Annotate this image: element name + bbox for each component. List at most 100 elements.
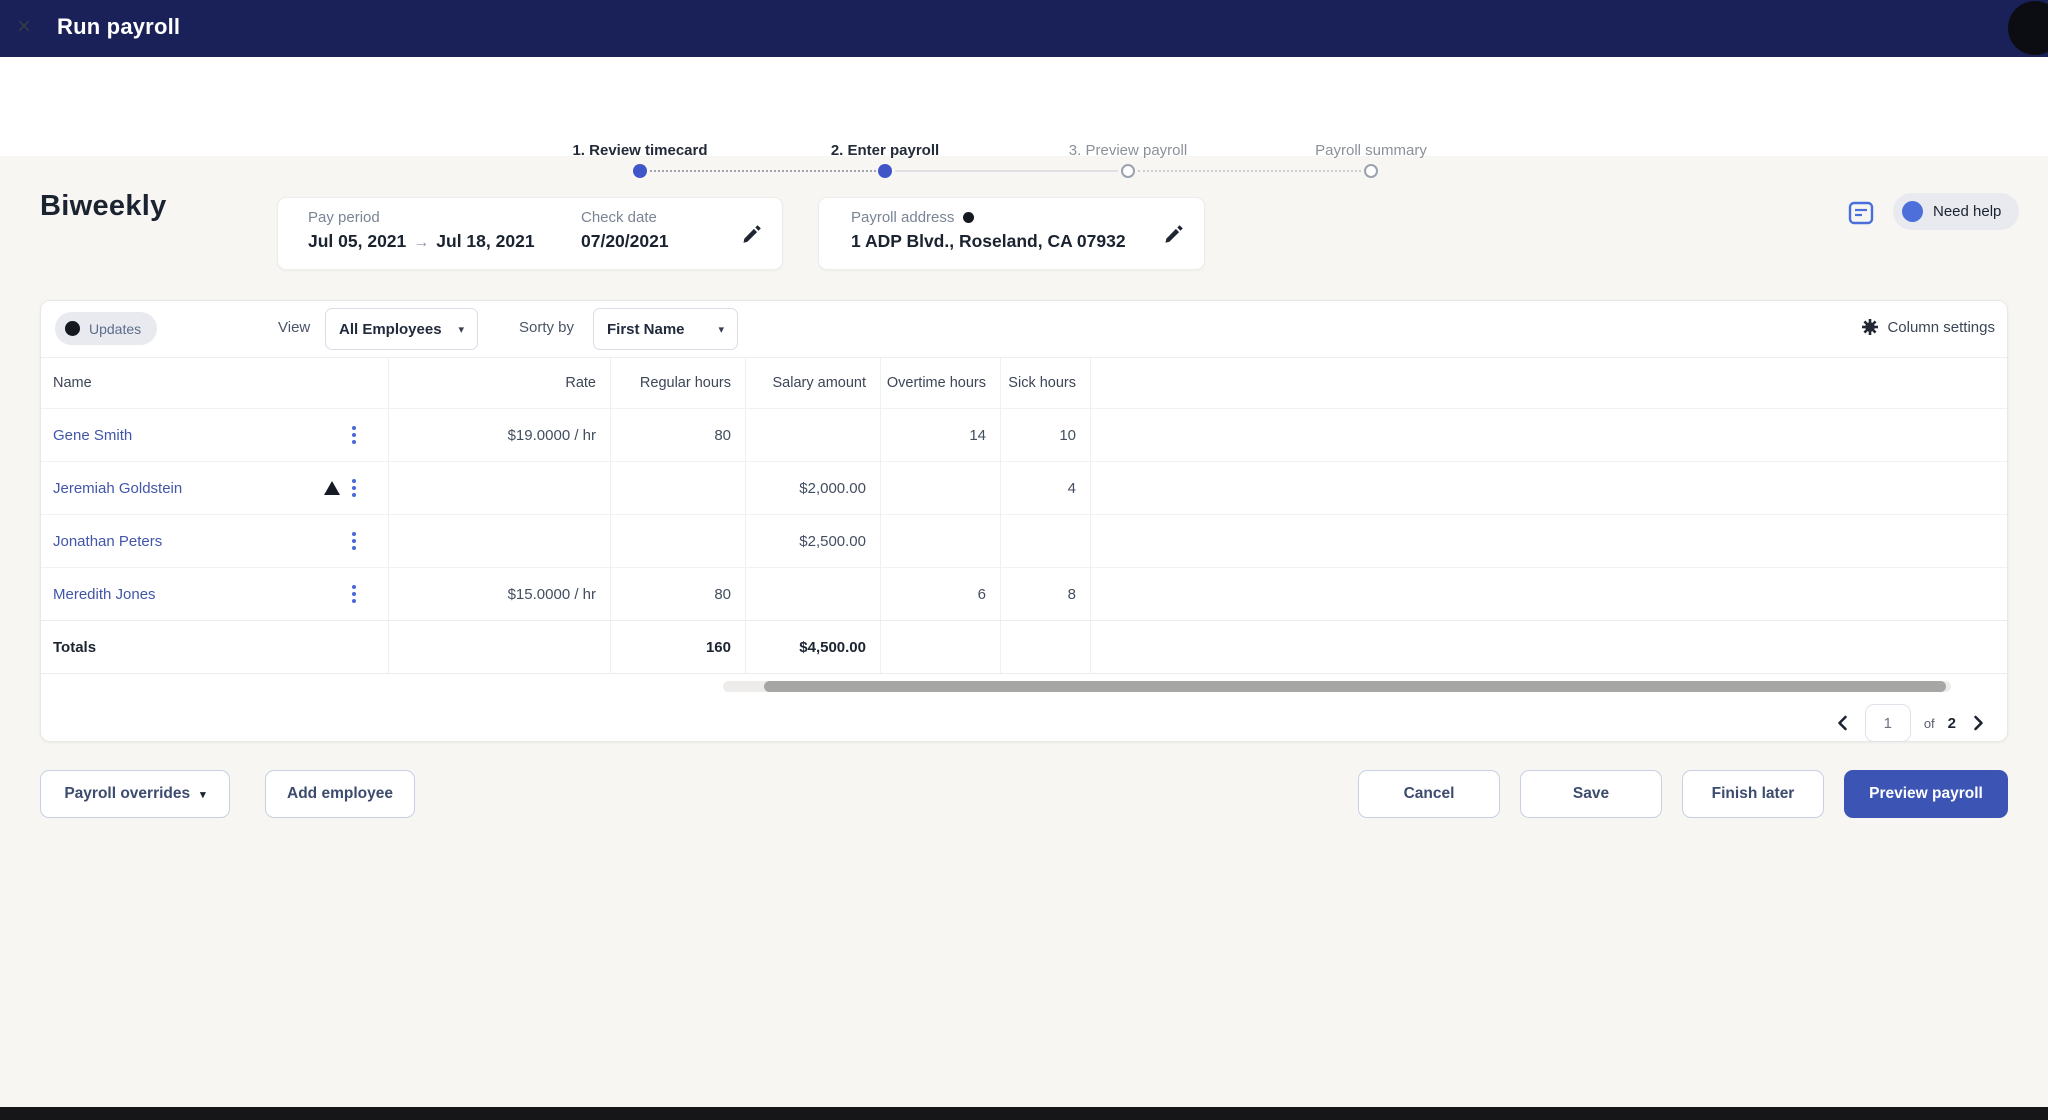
message-icon[interactable] bbox=[1848, 200, 1874, 226]
rate-cell[interactable] bbox=[389, 515, 611, 567]
row-spacer bbox=[1091, 621, 2007, 673]
totals-salary-amount: $4,500.00 bbox=[746, 621, 881, 673]
employee-name-link[interactable]: Meredith Jones bbox=[53, 586, 156, 603]
rate-cell[interactable] bbox=[389, 462, 611, 514]
employee-name-link[interactable]: Jeremiah Goldstein bbox=[53, 480, 182, 497]
status-dot-icon bbox=[963, 212, 975, 223]
totals-row: Totals 160 $4,500.00 bbox=[41, 620, 2007, 674]
warning-triangle-icon[interactable] bbox=[324, 481, 340, 495]
rate-cell[interactable]: $19.0000 / hr bbox=[389, 409, 611, 461]
close-icon[interactable]: × bbox=[17, 13, 31, 41]
row-spacer bbox=[1091, 462, 2007, 514]
payroll-overrides-button[interactable]: Payroll overrides ▾ bbox=[40, 770, 230, 818]
totals-rate-cell bbox=[389, 621, 611, 673]
sort-label: Sorty by bbox=[519, 319, 575, 336]
column-header-rate: Rate bbox=[389, 358, 611, 408]
sick-hours-cell[interactable]: 4 bbox=[1001, 462, 1091, 514]
salary-amount-cell[interactable] bbox=[746, 568, 881, 620]
need-help-label: Need help bbox=[1933, 203, 2002, 220]
preview-payroll-button[interactable]: Preview payroll bbox=[1844, 770, 2008, 818]
arrow-right-icon: → bbox=[413, 234, 430, 251]
step-dot-complete-icon bbox=[633, 164, 647, 178]
rate-cell[interactable]: $15.0000 / hr bbox=[389, 568, 611, 620]
sick-hours-cell[interactable]: 10 bbox=[1001, 409, 1091, 461]
table-controls: Updates View All Employees ▾ Sorty by Fi… bbox=[41, 301, 2007, 357]
scrollbar-thumb[interactable] bbox=[764, 681, 1946, 692]
overtime-hours-cell[interactable] bbox=[881, 462, 1001, 514]
kebab-menu-icon[interactable] bbox=[352, 479, 356, 483]
top-bar: × Run payroll bbox=[0, 0, 2048, 57]
stepper-connector bbox=[1138, 170, 1361, 172]
step-dot-upcoming-icon bbox=[1364, 164, 1378, 178]
chevron-down-icon: ▾ bbox=[458, 323, 464, 336]
step-enter-payroll: 2. Enter payroll bbox=[830, 142, 940, 159]
horizontal-scroll-area bbox=[41, 674, 2007, 698]
check-date-value: 07/20/2021 bbox=[581, 231, 669, 251]
table-header-row: Name Rate Regular hours Salary amount Ov… bbox=[41, 357, 2007, 408]
totals-label: Totals bbox=[41, 621, 389, 673]
profile-avatar[interactable] bbox=[2008, 1, 2048, 55]
column-settings-button[interactable]: Column settings bbox=[1861, 318, 1995, 336]
overtime-hours-cell[interactable]: 6 bbox=[881, 568, 1001, 620]
save-button[interactable]: Save bbox=[1520, 770, 1662, 818]
employee-name-link[interactable]: Jonathan Peters bbox=[53, 533, 162, 550]
view-dropdown-value: All Employees bbox=[339, 320, 442, 338]
chevron-right-icon[interactable] bbox=[1969, 714, 1987, 732]
table-row: Jonathan Peters $2,500.00 bbox=[41, 514, 2007, 567]
salary-amount-cell[interactable]: $2,500.00 bbox=[746, 515, 881, 567]
pagination-row: 1 of 2 bbox=[41, 698, 2007, 750]
payroll-address-label: Payroll address bbox=[851, 209, 955, 226]
employee-name-link[interactable]: Gene Smith bbox=[53, 427, 132, 444]
step-review-timecard: 1. Review timecard bbox=[572, 142, 708, 159]
column-header-spacer bbox=[1091, 358, 2007, 408]
overtime-hours-cell[interactable] bbox=[881, 515, 1001, 567]
sort-dropdown[interactable]: First Name ▾ bbox=[593, 308, 738, 350]
salary-amount-cell[interactable]: $2,000.00 bbox=[746, 462, 881, 514]
cancel-button[interactable]: Cancel bbox=[1358, 770, 1500, 818]
totals-sick-hours bbox=[1001, 621, 1091, 673]
kebab-menu-icon[interactable] bbox=[352, 532, 356, 536]
edit-pay-period-pencil-icon[interactable] bbox=[740, 222, 764, 246]
edit-address-pencil-icon[interactable] bbox=[1162, 222, 1186, 246]
chevron-down-icon: ▾ bbox=[718, 323, 724, 336]
kebab-menu-icon[interactable] bbox=[352, 426, 356, 430]
finish-later-button[interactable]: Finish later bbox=[1682, 770, 1824, 818]
regular-hours-cell[interactable]: 80 bbox=[611, 409, 746, 461]
kebab-menu-icon[interactable] bbox=[352, 585, 356, 589]
chevron-left-icon[interactable] bbox=[1834, 714, 1852, 732]
schedule-title: Biweekly bbox=[40, 190, 167, 222]
regular-hours-cell[interactable] bbox=[611, 515, 746, 567]
check-date-label: Check date bbox=[581, 209, 657, 226]
page-number-input[interactable]: 1 bbox=[1864, 704, 1911, 742]
run-payroll-screen: × Run payroll 1. Review timecard 2. Ente… bbox=[0, 0, 2048, 1120]
view-label: View bbox=[278, 319, 311, 336]
add-employee-button[interactable]: Add employee bbox=[265, 770, 415, 818]
stepper-connector bbox=[895, 170, 1118, 172]
total-pages: 2 bbox=[1947, 714, 1956, 732]
updates-label: Updates bbox=[89, 320, 142, 337]
stepper-connector bbox=[650, 170, 876, 172]
sort-dropdown-value: First Name bbox=[607, 320, 685, 338]
column-header-salary-amount: Salary amount bbox=[746, 358, 881, 408]
chevron-down-icon: ▾ bbox=[200, 788, 206, 801]
sick-hours-cell[interactable] bbox=[1001, 515, 1091, 567]
table-row: Jeremiah Goldstein $2,000.00 4 bbox=[41, 461, 2007, 514]
view-dropdown[interactable]: All Employees ▾ bbox=[325, 308, 478, 350]
updates-dot-icon bbox=[65, 321, 80, 336]
sick-hours-cell[interactable]: 8 bbox=[1001, 568, 1091, 620]
regular-hours-cell[interactable]: 80 bbox=[611, 568, 746, 620]
regular-hours-cell[interactable] bbox=[611, 462, 746, 514]
pagination: 1 of 2 bbox=[1834, 704, 1987, 742]
payroll-overrides-label: Payroll overrides bbox=[64, 785, 191, 802]
column-settings-label: Column settings bbox=[1887, 318, 1995, 336]
step-dot-upcoming-icon bbox=[1121, 164, 1135, 178]
totals-regular-hours: 160 bbox=[611, 621, 746, 673]
bottom-edge-strip bbox=[0, 1107, 2048, 1120]
pay-period-field: Pay period Jul 05, 2021 → Jul 18, 2021 bbox=[308, 209, 535, 252]
row-spacer bbox=[1091, 568, 2007, 620]
updates-toggle[interactable]: Updates bbox=[55, 312, 158, 345]
salary-amount-cell[interactable] bbox=[746, 409, 881, 461]
need-help-toggle[interactable]: Need help bbox=[1893, 193, 2020, 230]
step-dot-current-icon bbox=[878, 164, 892, 178]
overtime-hours-cell[interactable]: 14 bbox=[881, 409, 1001, 461]
